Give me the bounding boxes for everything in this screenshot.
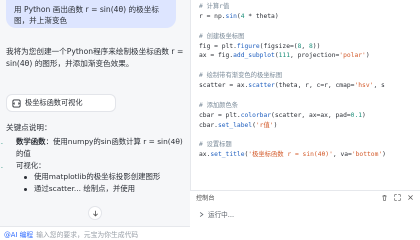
input-placeholder: 输入您的要求，元宝为你生成代码 bbox=[36, 230, 139, 239]
code-token: '极坐标函数 r = sin(4θ)' bbox=[248, 151, 333, 159]
code-token: ax. bbox=[199, 151, 211, 159]
code-token: , bbox=[301, 42, 309, 50]
code-token: r = np. bbox=[199, 12, 226, 20]
sub-list-item: 使用matplotlib的极坐标投影创建图形 bbox=[6, 171, 186, 183]
code-token: set_label bbox=[217, 121, 253, 129]
artifact-label: 极坐标函数可视化 bbox=[25, 98, 83, 107]
code-token: , va= bbox=[332, 151, 352, 159]
user-message: 用 Python 画出函数 r = sin(4θ) 的极坐标图，并上渐变色 bbox=[6, 0, 176, 28]
console-actions bbox=[381, 193, 414, 201]
code-line: fig = plt.figure(figsize=(8, 8)) bbox=[199, 42, 420, 52]
ai-coding-tag[interactable]: @AI 编程 bbox=[4, 229, 33, 239]
code-line: cbar.set_label('r值') bbox=[199, 121, 420, 131]
code-token: (scatter, ax=ax, pad= bbox=[271, 111, 351, 119]
code-token: fig = plt. bbox=[199, 42, 237, 50]
console-title: 控制台 bbox=[196, 194, 215, 202]
list-number: 2. bbox=[0, 160, 4, 170]
code-token: set_title bbox=[210, 151, 245, 159]
code-token: scatter = ax. bbox=[199, 82, 249, 90]
code-line: cbar = plt.colorbar(scatter, ax=ax, pad=… bbox=[199, 111, 420, 121]
code-line: # 设置标题 bbox=[199, 140, 420, 150]
ai-intro-text: 我将为您创建一个Python程序来绘制极坐标函数 r = sin(4θ) 的图形… bbox=[6, 47, 184, 69]
code-line: r = np.sin(4 * theta) bbox=[199, 12, 420, 22]
console-status: 运行中... bbox=[208, 211, 235, 219]
code-token: 0.1 bbox=[350, 111, 363, 119]
code-token: ) bbox=[362, 111, 366, 119]
code-file-icon bbox=[12, 98, 21, 108]
code-token: ) bbox=[382, 151, 386, 159]
code-token: 111 bbox=[278, 52, 290, 60]
code-token: # 添加颜色条 bbox=[199, 101, 239, 109]
code-token: (figsize=( bbox=[259, 42, 298, 50]
console-panel: 控制台 运行中... bbox=[190, 190, 420, 240]
code-token: # 计算r值 bbox=[199, 3, 230, 10]
code-token: cbar. bbox=[199, 121, 218, 129]
close-icon[interactable] bbox=[407, 194, 414, 201]
code-token: colorbar bbox=[240, 111, 272, 119]
sub-list-item: 通过scatter... 绘制点，并使用 bbox=[6, 183, 186, 195]
code-line: ax.set_title('极坐标函数 r = sin(4θ)', va='bo… bbox=[199, 150, 420, 160]
code-token: cbar = plt. bbox=[199, 111, 241, 119]
key-points-list: 1.数学函数：使用numpy的sin函数计算 r = sin(4θ) 的值 2.… bbox=[0, 136, 186, 195]
list-item: 2. 可视化： bbox=[0, 160, 186, 172]
code-token: 'r值' bbox=[255, 121, 274, 129]
code-token: # 绘制带有渐变色的极坐标图 bbox=[199, 72, 283, 80]
chevron-right-icon bbox=[199, 211, 204, 217]
code-token: ) bbox=[365, 52, 370, 60]
code-token: (theta, r, c=r, cmap= bbox=[274, 82, 355, 90]
code-token: 'bottom' bbox=[351, 151, 383, 159]
code-line: scatter = ax.scatter(theta, r, c=r, cmap… bbox=[199, 81, 420, 91]
code-line: ax = fig.add_subplot(111, projection='po… bbox=[199, 51, 420, 61]
code-token: , projection= bbox=[290, 52, 340, 60]
code-token: figure bbox=[236, 42, 260, 50]
code-line: # 创建极坐标图 bbox=[199, 32, 420, 42]
code-token: # 创建极坐标图 bbox=[199, 32, 245, 40]
code-line: # 添加颜色条 bbox=[199, 101, 420, 111]
console-header: 控制台 bbox=[190, 191, 420, 203]
code-token: sin bbox=[225, 12, 237, 20]
code-token: )) bbox=[312, 42, 321, 50]
code-block[interactable]: # 计算r值 r = np.sin(4 * theta) # 创建极坐标图 fig =… bbox=[199, 2, 420, 160]
list-text: 可视化： bbox=[16, 160, 46, 170]
code-token: scatter bbox=[248, 82, 275, 90]
code-token: , s bbox=[373, 82, 385, 90]
key-points-title: 关键点说明： bbox=[6, 123, 52, 132]
console-output: 运行中... bbox=[190, 203, 420, 225]
trash-icon[interactable] bbox=[381, 194, 388, 201]
code-line: # 计算r值 bbox=[199, 2, 420, 12]
code-token: 'polar' bbox=[339, 52, 366, 60]
code-token: ax = fig. bbox=[199, 52, 234, 60]
code-token: 'hsv' bbox=[354, 82, 374, 90]
code-token: add_subplot bbox=[233, 52, 275, 60]
chat-pane: 用 Python 画出函数 r = sin(4θ) 的极坐标图，并上渐变色 我将… bbox=[0, 0, 190, 240]
code-line: # 绘制带有渐变色的极坐标图 bbox=[199, 71, 420, 81]
artifact-card[interactable]: 极坐标函数可视化 bbox=[6, 94, 116, 112]
code-token: # 设置标题 bbox=[199, 141, 232, 149]
scroll-down-button[interactable] bbox=[88, 206, 102, 220]
expand-icon[interactable] bbox=[394, 193, 401, 201]
list-bold: 数学函数 bbox=[16, 137, 46, 146]
code-token: ) bbox=[273, 121, 278, 129]
chat-input[interactable]: @AI 编程 输入您的要求，元宝为你生成代码 bbox=[0, 226, 190, 240]
list-number: 1. bbox=[0, 137, 4, 146]
list-item: 1.数学函数：使用numpy的sin函数计算 r = sin(4θ) 的值 bbox=[0, 136, 186, 160]
code-token: * theta) bbox=[244, 12, 279, 20]
arrow-down-icon bbox=[92, 210, 98, 217]
